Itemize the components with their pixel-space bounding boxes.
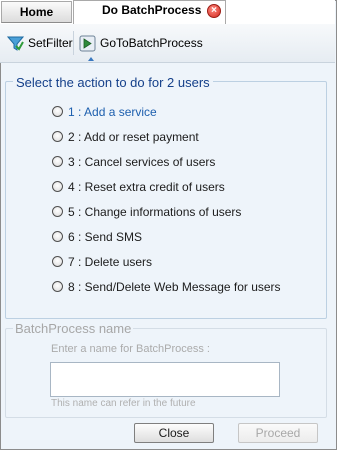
radio-button[interactable] bbox=[52, 256, 63, 267]
tab-do-batchprocess[interactable]: Do BatchProcess × bbox=[73, 0, 226, 25]
proceed-button[interactable]: Proceed bbox=[238, 423, 318, 443]
active-toolbar-marker bbox=[88, 57, 94, 61]
setfilter-label: SetFilter bbox=[28, 36, 73, 50]
toolbar-separator bbox=[73, 31, 74, 55]
radio-button[interactable] bbox=[52, 156, 63, 167]
radio-button[interactable] bbox=[52, 131, 63, 142]
action-option-label: 7 : Delete users bbox=[68, 255, 153, 269]
batchprocess-name-note: This name can refer in the future bbox=[51, 398, 196, 409]
batchprocess-name-hint: Enter a name for BatchProcess : bbox=[51, 343, 210, 355]
action-option-label: 3 : Cancel services of users bbox=[68, 155, 216, 169]
radio-button[interactable] bbox=[52, 231, 63, 242]
batchprocess-name-legend: BatchProcess name bbox=[13, 321, 134, 336]
gotobatchprocess-label: GoToBatchProcess bbox=[100, 36, 203, 50]
toolbar: SetFilter GoToBatchProcess bbox=[0, 24, 335, 63]
radio-button[interactable] bbox=[52, 181, 63, 192]
action-option-label: 6 : Send SMS bbox=[68, 230, 143, 244]
tab-do-batchprocess-label: Do BatchProcess bbox=[102, 3, 202, 17]
radio-button[interactable] bbox=[52, 281, 63, 292]
radio-button[interactable] bbox=[52, 106, 63, 117]
tab-strip: Home Do BatchProcess × bbox=[0, 0, 335, 25]
action-option-label: 8 : Send/Delete Web Message for users bbox=[68, 280, 281, 294]
close-icon[interactable]: × bbox=[207, 4, 221, 18]
close-button[interactable]: Close bbox=[134, 423, 214, 443]
radio-button[interactable] bbox=[52, 206, 63, 217]
tab-home[interactable]: Home bbox=[1, 1, 72, 23]
action-option-label: 5 : Change informations of users bbox=[68, 205, 242, 219]
action-legend: Select the action to do for 2 users bbox=[13, 75, 213, 90]
action-option-label: 1 : Add a service bbox=[68, 105, 157, 119]
filter-icon bbox=[7, 36, 24, 51]
action-option-label: 4 : Reset extra credit of users bbox=[68, 180, 225, 194]
batchprocess-name-input[interactable] bbox=[50, 362, 280, 397]
action-option-label: 2 : Add or reset payment bbox=[68, 130, 199, 144]
goto-arrow-icon bbox=[79, 35, 96, 52]
tab-home-label: Home bbox=[19, 5, 54, 19]
